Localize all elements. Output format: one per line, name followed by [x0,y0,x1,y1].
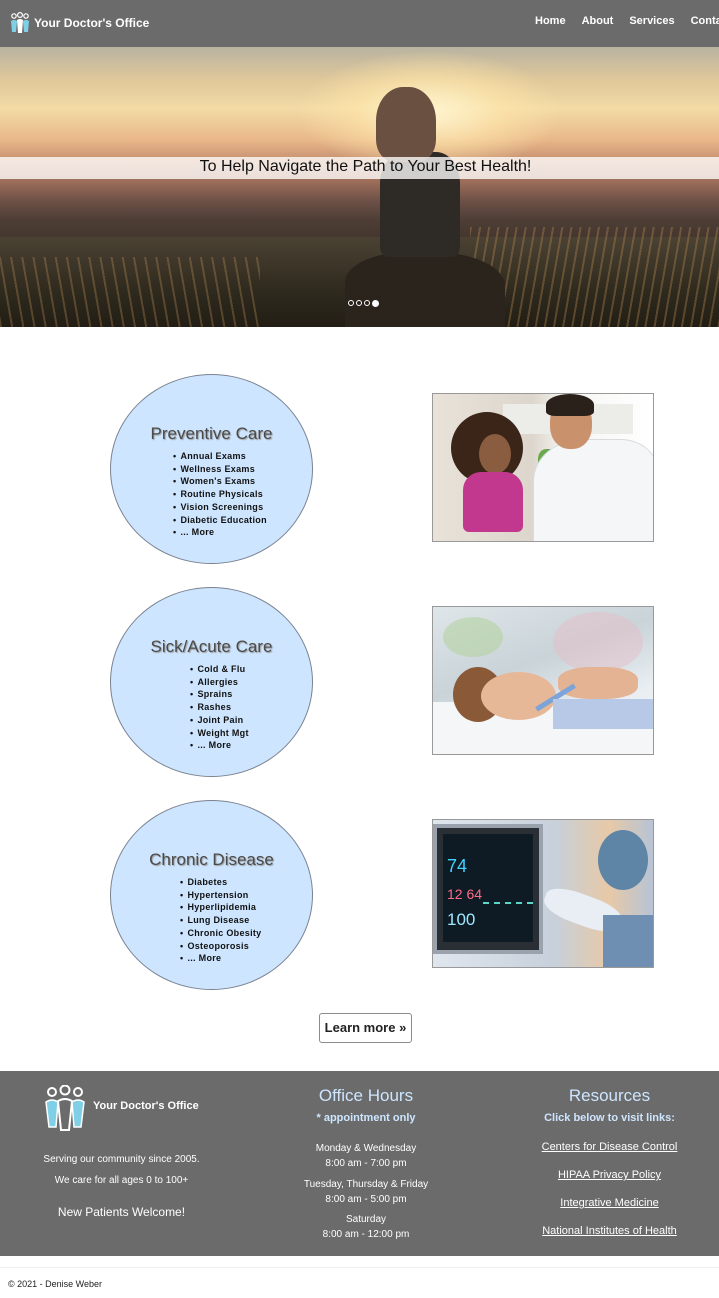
chronic-disease-title: Chronic Disease [149,850,274,869]
carousel-dot-4[interactable] [372,299,379,307]
brand-link[interactable]: Your Doctor's Office [10,10,149,36]
brand-name[interactable]: Your Doctor's Office [34,16,149,30]
learn-more-button[interactable]: Learn more » [319,1013,412,1043]
doctor-child-photo [432,393,654,542]
preventive-care-title: Preventive Care [150,424,273,443]
photo-doctor-hair [546,394,594,416]
footer: Your Doctor's Office Serving our communi… [0,1071,719,1256]
list-item: Vision Screenings [173,501,267,514]
hero-person-head [376,87,436,162]
hero-rock [345,252,505,327]
sick-child-photo [432,606,654,755]
hero-caption: To Help Navigate the Path to Your Best H… [199,158,532,175]
nav-about-link[interactable]: About [582,15,614,27]
footer-tagline-1: Serving our community since 2005. [43,1154,200,1165]
sick-acute-care-list: Cold & Flu Allergies Sprains Rashes Join… [190,663,249,752]
photo-blur-2 [553,612,643,672]
doctors-logo-icon [45,1085,85,1131]
hours-time-3: 8:00 am - 12:00 pm [322,1229,410,1240]
hero-carousel[interactable]: To Help Navigate the Path to Your Best H… [0,47,719,327]
carousel-dot-1[interactable] [348,300,354,306]
patient-monitor-photo: 74 12 64 100 [432,819,654,968]
list-item: Sprains [190,688,249,701]
divider [0,1267,719,1268]
appointment-note: * appointment only [316,1112,416,1124]
more-link[interactable]: ... More [190,739,249,752]
hours-days-1: Monday & Wednesday [315,1143,417,1154]
hours-days-3: Saturday [345,1214,387,1225]
top-navbar: Your Doctor's Office Home About Services… [0,0,719,47]
photo-blur-1 [443,617,503,657]
hours-days-2: Tuesday, Thursday & Friday [303,1179,429,1190]
footer-tagline-2: We care for all ages 0 to 100+ [54,1175,189,1186]
more-link[interactable]: ... More [173,526,267,539]
list-item: Allergies [190,676,249,689]
link-hipaa[interactable]: HIPAA Privacy Policy [500,1169,719,1181]
hero-grass-left [0,257,260,327]
footer-brand-name: Your Doctor's Office [93,1100,199,1112]
link-nih[interactable]: National Institutes of Health [500,1225,719,1237]
office-hours-heading: Office Hours [318,1086,414,1105]
photo-monitor: 74 12 64 100 [433,824,543,954]
carousel-indicators [348,299,381,307]
nav-contact-link[interactable]: Contact [691,15,719,27]
chronic-disease-list: Diabetes Hypertension Hyperlipidemia Lun… [180,876,261,965]
photo-doctor-coat [533,439,653,541]
hero-grass-right [470,227,719,327]
monitor-value-3: 100 [447,910,476,929]
list-item: Wellness Exams [173,463,267,476]
photo-sleeve [553,699,653,729]
photo-girl-face [479,434,511,474]
resources-heading: Resources [568,1086,651,1105]
preventive-care-list: Annual Exams Wellness Exams Women's Exam… [173,450,267,539]
monitor-waveform [483,892,533,904]
list-item: Cold & Flu [190,663,249,676]
footer-welcome: New Patients Welcome! [57,1205,186,1219]
carousel-dot-3[interactable] [364,300,370,306]
list-item: Routine Physicals [173,488,267,501]
list-item: Diabetic Education [173,514,267,527]
list-item: Joint Pain [190,714,249,727]
list-item: Rashes [190,701,249,714]
list-item: Weight Mgt [190,727,249,740]
nav-services-link[interactable]: Services [629,15,674,27]
photo-kid-face [481,672,556,720]
photo-surgeon [598,830,648,890]
copyright: © 2021 - Denise Weber [8,1279,103,1289]
link-cdc[interactable]: Centers for Disease Control [500,1141,719,1153]
more-link[interactable]: ... More [180,952,261,965]
hours-time-1: 8:00 am - 7:00 pm [325,1158,407,1169]
photo-monitor-screen: 74 12 64 100 [443,834,533,942]
photo-girl-shirt [463,472,523,532]
doctors-logo-icon [11,12,29,33]
resources-note: Click below to visit links: [544,1112,675,1124]
sick-acute-care-title: Sick/Acute Care [150,637,273,656]
list-item: Hyperlipidemia [180,901,261,914]
monitor-value-1: 74 [447,856,468,876]
nav-home-link[interactable]: Home [535,15,566,27]
photo-hand [558,667,638,699]
link-integrative-medicine[interactable]: Integrative Medicine [500,1197,719,1209]
list-item: Lung Disease [180,914,261,927]
nav-menu: Home About Services Contact [535,15,719,27]
list-item: Annual Exams [173,450,267,463]
list-item: Diabetes [180,876,261,889]
photo-sleeve [603,915,653,967]
list-item: Chronic Obesity [180,927,261,940]
list-item: Women's Exams [173,475,267,488]
carousel-dot-2[interactable] [356,300,362,306]
monitor-value-2: 12 64 [447,886,483,902]
list-item: Osteoporosis [180,940,261,953]
hours-time-2: 8:00 am - 5:00 pm [325,1194,407,1205]
list-item: Hypertension [180,889,261,902]
